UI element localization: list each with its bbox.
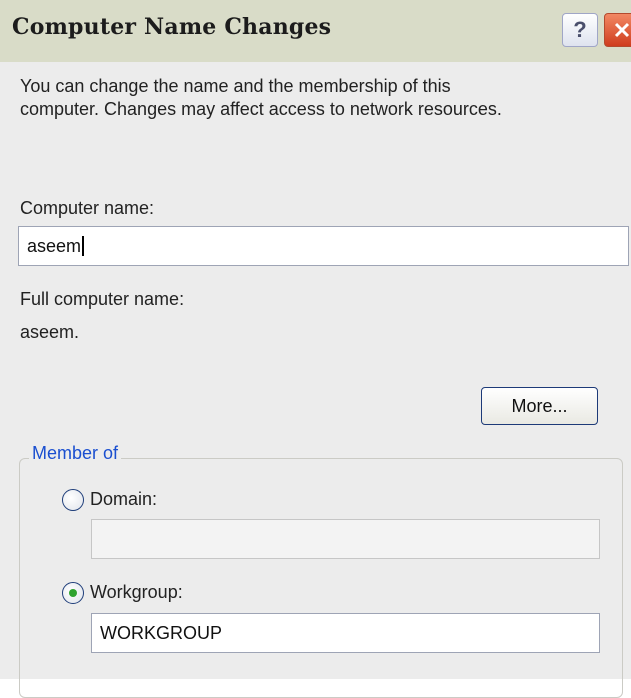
computer-name-value: aseem <box>27 235 82 256</box>
member-of-legend: Member of <box>29 443 122 464</box>
full-computer-name-value: aseem. <box>20 322 80 342</box>
radio-selected-dot <box>69 589 77 597</box>
close-x-icon <box>614 22 630 38</box>
text-caret <box>82 236 85 256</box>
computer-name-label: Computer name: <box>20 198 155 218</box>
more-button[interactable]: More... <box>481 387 598 425</box>
dialog-body: You can change the name and the membersh… <box>0 62 631 698</box>
title-bar[interactable]: Computer Name Changes ? <box>0 0 631 62</box>
description-line-2: computer. Changes may affect access to n… <box>20 99 502 119</box>
workgroup-value: WORKGROUP <box>100 622 223 643</box>
description-text: You can change the name and the membersh… <box>20 75 620 121</box>
workgroup-label[interactable]: Workgroup: <box>90 582 183 603</box>
domain-radio[interactable] <box>62 489 84 511</box>
workgroup-radio[interactable] <box>62 582 84 604</box>
computer-name-changes-dialog: Computer Name Changes ? You can change t… <box>0 0 631 698</box>
full-computer-name-label: Full computer name: <box>20 289 185 309</box>
help-button[interactable]: ? <box>562 13 598 47</box>
domain-input <box>91 519 600 559</box>
dialog-title: Computer Name Changes <box>12 14 332 40</box>
description-line-1: You can change the name and the membersh… <box>20 76 451 96</box>
workgroup-input[interactable]: WORKGROUP <box>91 613 600 653</box>
question-mark-icon: ? <box>573 17 587 42</box>
domain-label[interactable]: Domain: <box>90 489 157 510</box>
computer-name-input[interactable]: aseem <box>18 226 629 266</box>
close-button[interactable] <box>604 13 631 47</box>
